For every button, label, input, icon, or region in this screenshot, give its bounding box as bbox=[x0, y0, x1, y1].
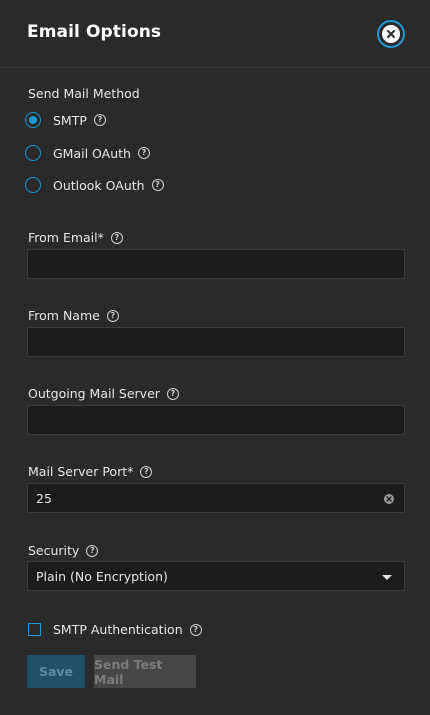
chevron-down-icon bbox=[382, 575, 392, 580]
smtp-authentication-label: SMTP Authentication bbox=[53, 622, 183, 637]
email-options-dialog: Email Options Send Mail Method SMTP ? GM… bbox=[0, 0, 430, 715]
mail-server-port-field[interactable]: 25 bbox=[27, 483, 405, 513]
security-label-text: Security bbox=[28, 543, 80, 558]
required-mark: * bbox=[97, 230, 104, 245]
clear-icon[interactable] bbox=[384, 494, 394, 504]
smtp-authentication-checkbox[interactable] bbox=[28, 623, 41, 636]
send-mail-method-text: Send Mail Method bbox=[28, 86, 140, 101]
send-mail-method-label: Send Mail Method bbox=[28, 86, 140, 101]
save-button[interactable]: Save bbox=[27, 655, 85, 688]
help-icon[interactable]: ? bbox=[110, 231, 123, 244]
from-name-label-text: From Name bbox=[28, 308, 100, 323]
from-name-field[interactable] bbox=[27, 327, 405, 357]
help-icon[interactable]: ? bbox=[189, 623, 202, 636]
outgoing-mail-server-label-text: Outgoing Mail Server bbox=[28, 386, 160, 401]
radio-smtp[interactable]: SMTP ? bbox=[25, 112, 106, 128]
mail-server-port-value: 25 bbox=[36, 490, 52, 506]
help-icon[interactable]: ? bbox=[151, 179, 164, 191]
mail-server-port-label: Mail Server Port * ? bbox=[28, 464, 153, 479]
security-selected-value: Plain (No Encryption) bbox=[36, 568, 168, 584]
help-icon[interactable]: ? bbox=[106, 309, 119, 322]
close-button[interactable] bbox=[377, 20, 405, 48]
required-mark: * bbox=[127, 464, 134, 479]
radio-gmail-oauth-label: GMail OAuth bbox=[53, 145, 131, 161]
send-test-mail-button[interactable]: Send Test Mail bbox=[94, 655, 196, 688]
radio-outlook-oauth-label: Outlook OAuth bbox=[53, 177, 145, 193]
from-email-label-text: From Email bbox=[28, 230, 98, 245]
dialog-header: Email Options bbox=[0, 0, 430, 68]
radio-gmail-oauth[interactable]: GMail OAuth ? bbox=[25, 145, 150, 161]
radio-smtp-label: SMTP bbox=[53, 112, 87, 128]
smtp-authentication-checkbox-row[interactable]: SMTP Authentication ? bbox=[28, 622, 202, 637]
mail-server-port-label-text: Mail Server Port bbox=[28, 464, 128, 479]
page-title: Email Options bbox=[27, 22, 162, 42]
radio-outlook-oauth-control[interactable] bbox=[25, 177, 41, 193]
from-email-field[interactable] bbox=[27, 249, 405, 279]
help-icon[interactable]: ? bbox=[137, 147, 150, 159]
from-email-label: From Email * ? bbox=[28, 230, 123, 245]
security-select[interactable]: Plain (No Encryption) bbox=[27, 561, 405, 591]
close-icon bbox=[382, 25, 400, 43]
help-icon[interactable]: ? bbox=[140, 465, 153, 478]
outgoing-mail-server-label: Outgoing Mail Server ? bbox=[28, 386, 179, 401]
help-icon[interactable]: ? bbox=[93, 114, 106, 126]
help-icon[interactable]: ? bbox=[86, 544, 99, 557]
radio-smtp-control[interactable] bbox=[25, 112, 41, 128]
help-icon[interactable]: ? bbox=[166, 387, 179, 400]
security-label: Security ? bbox=[28, 543, 99, 558]
from-name-label: From Name ? bbox=[28, 308, 119, 323]
radio-gmail-oauth-control[interactable] bbox=[25, 145, 41, 161]
radio-outlook-oauth[interactable]: Outlook OAuth ? bbox=[25, 177, 164, 193]
outgoing-mail-server-field[interactable] bbox=[27, 405, 405, 435]
